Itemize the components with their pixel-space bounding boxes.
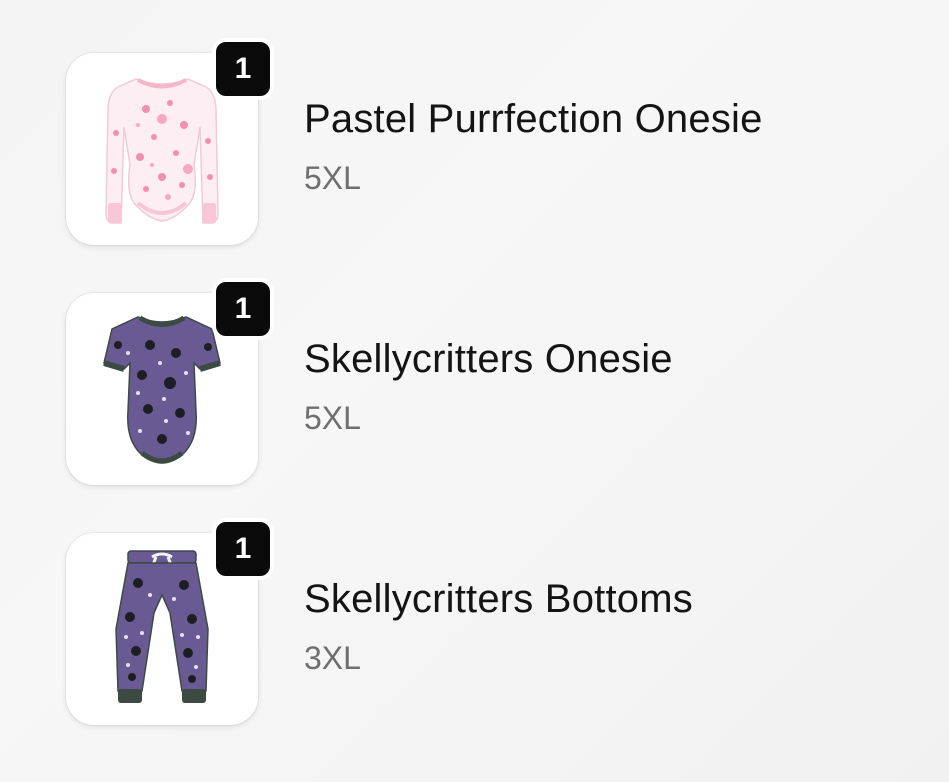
quantity-badge: 1 [212,278,274,340]
quantity-badge: 1 [212,38,274,100]
product-size: 5XL [304,400,361,436]
quantity-badge: 1 [212,518,274,580]
product-name[interactable]: Pastel Purrfection Onesie [304,97,763,142]
cart-item[interactable]: 1 Pastel Purrfection Onesie 5XL [66,38,926,245]
cart-item[interactable]: 1 Skellycritters Bottoms 3XL [66,518,926,725]
product-size: 3XL [304,640,361,676]
product-name[interactable]: Skellycritters Bottoms [304,577,693,622]
cart-item[interactable]: 1 Skellycritters Onesie 5XL [66,278,926,485]
cart-item-list: 1 Pastel Purrfection Onesie 5XL 1 Skelly… [0,0,949,782]
product-name[interactable]: Skellycritters Onesie [304,337,673,382]
product-size: 5XL [304,160,361,196]
